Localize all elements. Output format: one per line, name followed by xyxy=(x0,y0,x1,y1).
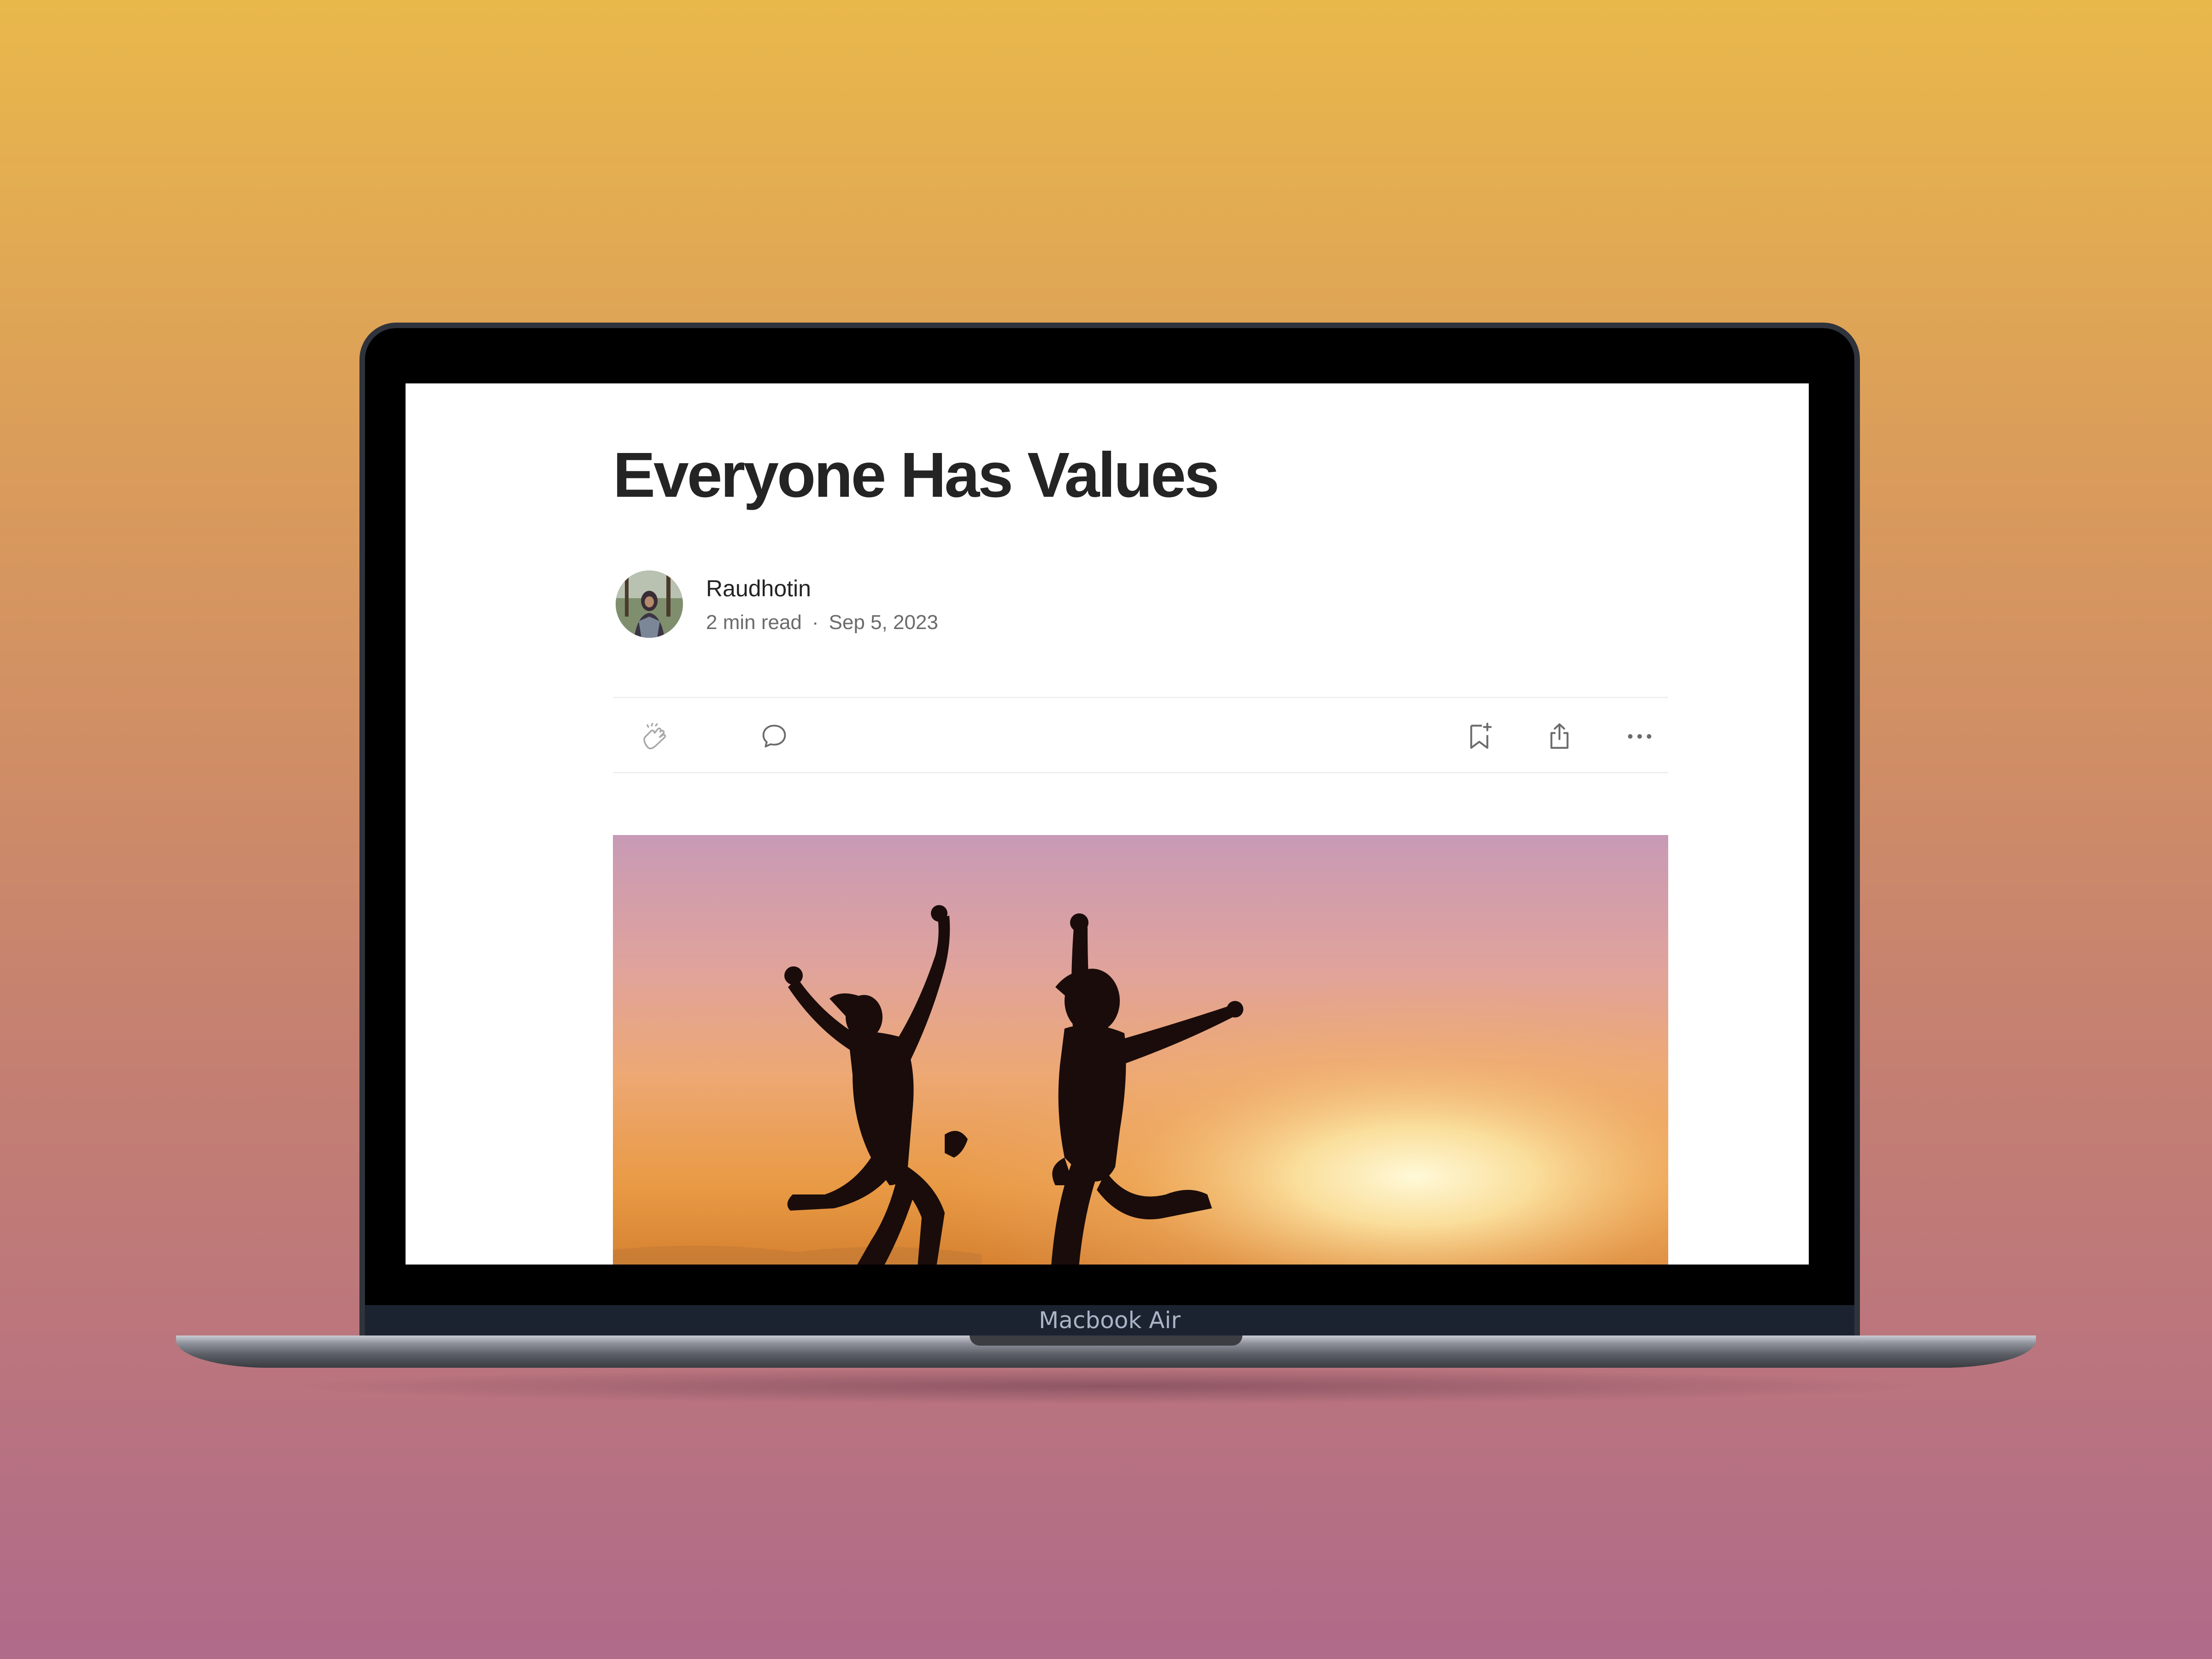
action-bar-bottom-divider xyxy=(613,772,1668,773)
meta-separator: · xyxy=(812,611,819,634)
more-options-button[interactable] xyxy=(1621,718,1658,755)
article-title: Everyone Has Values xyxy=(613,440,1219,511)
article-meta: 2 min read · Sep 5, 2023 xyxy=(706,611,938,634)
avatar-photo-icon xyxy=(616,571,683,638)
laptop-mockup: Everyone Has Values Raudhotin 2 min read… xyxy=(0,0,2212,1659)
device-label: Macbook Air xyxy=(1039,1307,1181,1334)
more-icon xyxy=(1628,734,1652,739)
comment-button[interactable] xyxy=(756,718,793,755)
browser-screen: Everyone Has Values Raudhotin 2 min read… xyxy=(406,383,1809,1265)
comment-icon xyxy=(762,724,786,747)
author-name[interactable]: Raudhotin xyxy=(706,575,811,602)
read-time: 2 min read xyxy=(706,611,802,634)
sunset-silhouettes-icon xyxy=(613,835,1668,1265)
clap-icon xyxy=(643,723,666,749)
laptop-shadow xyxy=(276,1368,1936,1405)
bookmark-add-icon xyxy=(1470,723,1492,749)
clap-button[interactable] xyxy=(636,718,673,755)
author-avatar[interactable] xyxy=(616,571,683,638)
share-button[interactable] xyxy=(1541,718,1578,755)
action-bar-top-divider xyxy=(613,697,1668,698)
laptop-chin: Macbook Air xyxy=(365,1305,1854,1335)
publish-date: Sep 5, 2023 xyxy=(829,611,938,634)
share-icon xyxy=(1550,723,1569,749)
hero-image xyxy=(613,835,1668,1265)
save-button[interactable] xyxy=(1461,718,1498,755)
laptop-notch xyxy=(970,1335,1242,1346)
